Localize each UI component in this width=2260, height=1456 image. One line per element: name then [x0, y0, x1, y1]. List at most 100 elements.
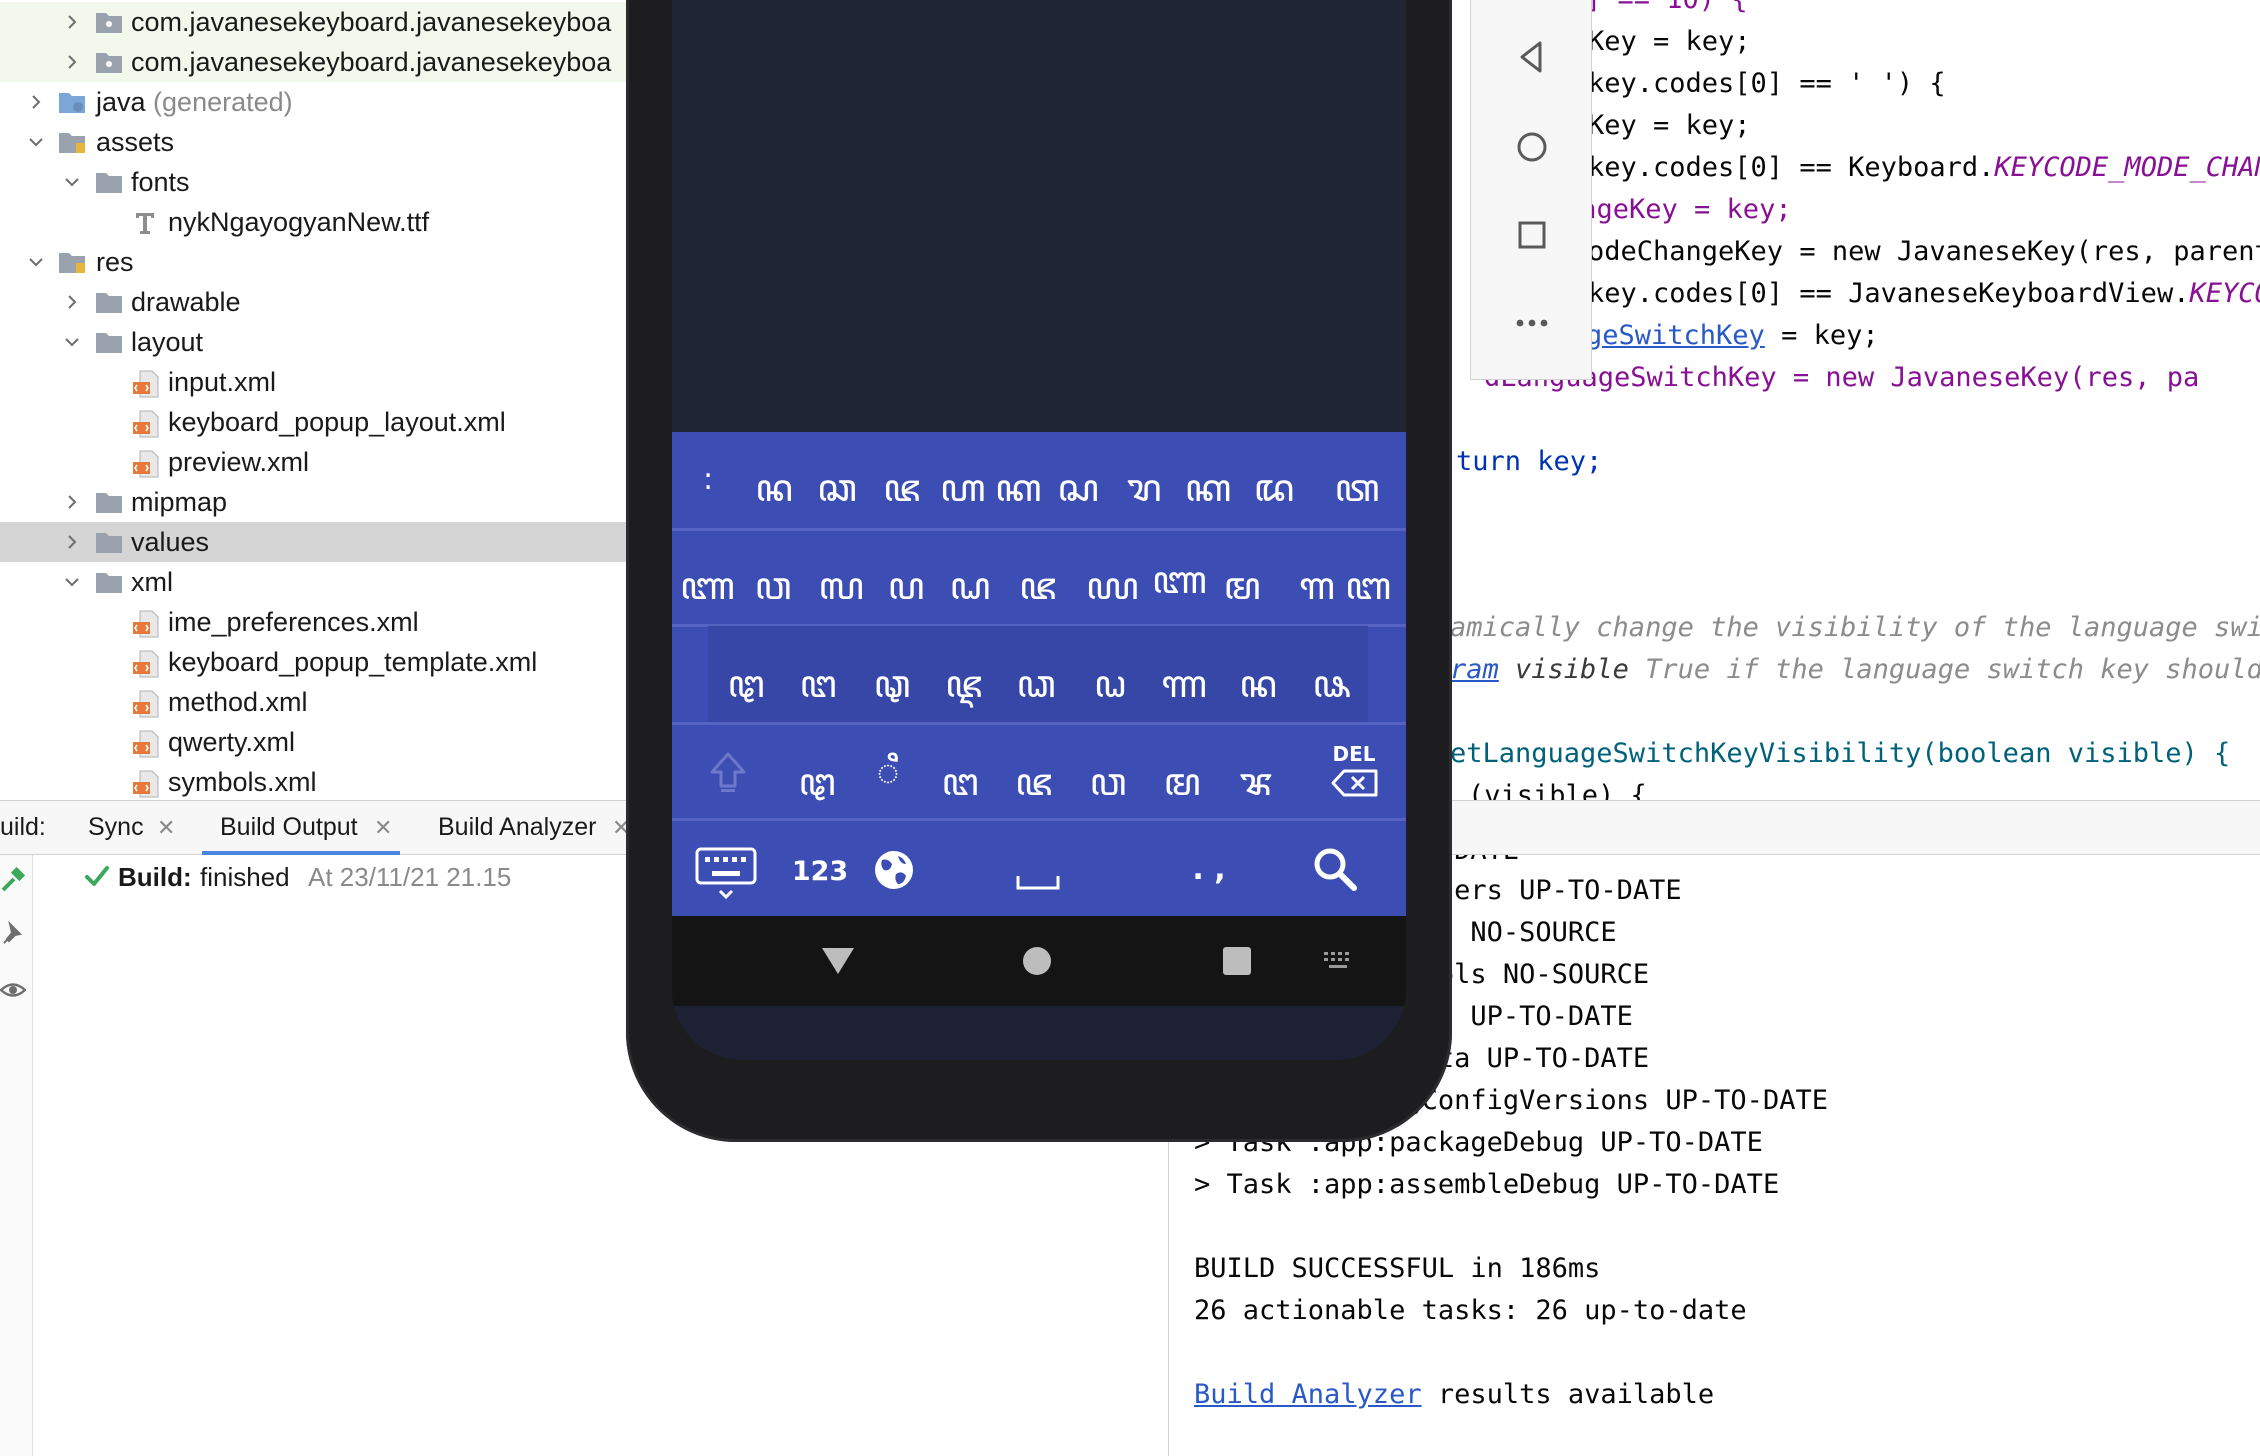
tree-item-method-xml[interactable]: method.xml: [0, 682, 628, 722]
keyboard-key[interactable]: ꦱ: [1050, 458, 1106, 536]
nav-home-icon[interactable]: [1022, 946, 1052, 976]
app-content-area[interactable]: [672, 0, 1406, 432]
tab-build-output[interactable]: Build Output: [220, 813, 358, 842]
keyboard-key[interactable]: ꦏ: [1180, 458, 1236, 536]
pin-icon[interactable]: [0, 920, 26, 947]
keyboard-key[interactable]: ꦩ: [1156, 752, 1208, 830]
tree-item-fonts[interactable]: fonts: [0, 162, 628, 202]
keyboard-key[interactable]: ꦮ: [1080, 752, 1136, 830]
folder-icon: [95, 530, 123, 554]
chevron-down-icon[interactable]: [26, 122, 46, 162]
nav-recents-icon[interactable]: [1222, 946, 1252, 976]
tree-item-assets[interactable]: assets: [0, 122, 628, 162]
keyboard-key[interactable]: ꦢ: [1244, 458, 1304, 536]
keyboard-key[interactable]: ꦗ: [1008, 752, 1060, 830]
search-icon[interactable]: [1312, 846, 1358, 892]
eye-icon[interactable]: [0, 977, 27, 1003]
tree-item-ime-preferences[interactable]: ime_preferences.xml: [0, 602, 628, 642]
overview-icon[interactable]: [1512, 215, 1552, 255]
code-comment-link[interactable]: ram: [1450, 654, 1499, 685]
chevron-right-icon[interactable]: [62, 522, 82, 562]
close-icon[interactable]: ✕: [374, 815, 392, 841]
back-icon[interactable]: [1512, 37, 1552, 77]
nav-back-icon[interactable]: [820, 944, 856, 976]
chevron-down-icon[interactable]: [62, 162, 82, 202]
chevron-right-icon[interactable]: [26, 82, 46, 122]
keyboard-key[interactable]: ꦗ: [872, 458, 932, 536]
keyboard-key[interactable]: ꦨ: [1230, 752, 1282, 830]
keyboard-key[interactable]: ꦔ: [934, 752, 986, 830]
keyboard-key[interactable]: ꦩ: [1212, 556, 1272, 634]
tree-item-values[interactable]: values: [0, 522, 628, 562]
keyboard-key[interactable]: ꦤ: [1230, 654, 1286, 732]
keyboard-key[interactable]: ꦠ: [1332, 458, 1382, 536]
numbers-key[interactable]: 123: [790, 856, 850, 887]
tree-item-mipmap[interactable]: mipmap: [0, 482, 628, 522]
shift-icon[interactable]: [708, 750, 748, 794]
keyboard-key[interactable]: ꦪ: [1086, 556, 1139, 634]
close-icon[interactable]: ✕: [157, 815, 175, 841]
keyboard-key[interactable]: ꦞ: [1082, 654, 1138, 732]
keyboard-key[interactable]: ꦡ: [866, 654, 918, 732]
keyboard-key[interactable]: ꦤ: [746, 458, 802, 536]
keyboard-key[interactable]: ꦭ: [812, 556, 870, 634]
chevron-down-icon[interactable]: [26, 242, 46, 282]
chevron-right-icon[interactable]: [62, 282, 82, 322]
tree-item-font-file[interactable]: nykNgayogyanNew.ttf: [0, 202, 628, 242]
keyboard-key[interactable]: ꦏ: [995, 458, 1041, 536]
tree-item-keyboard-popup-layout[interactable]: keyboard_popup_layout.xml: [0, 402, 628, 442]
key-colon[interactable]: :: [690, 462, 726, 497]
tree-item-xml[interactable]: xml: [0, 562, 628, 602]
tree-item-qwerty-xml[interactable]: qwerty.xml: [0, 722, 628, 762]
hammer-icon[interactable]: [0, 866, 26, 893]
delete-key[interactable]: DEL: [1324, 742, 1384, 802]
keyboard-key[interactable]: ꦕ: [809, 458, 865, 536]
globe-icon[interactable]: [872, 848, 916, 892]
tree-item-label: xml: [131, 567, 173, 597]
tab-sync[interactable]: Sync: [88, 813, 144, 842]
tab-build-analyzer[interactable]: Build Analyzer: [438, 813, 596, 842]
keyboard-key[interactable]: ꦛ: [720, 654, 772, 732]
tree-item-symbols-xml[interactable]: symbols.xml: [0, 762, 628, 800]
tree-item-package-2[interactable]: com.javanesekeyboard.javanesekeyboa: [0, 42, 628, 82]
keyboard-hide-icon[interactable]: [694, 846, 758, 904]
keyboard-key[interactable]: ꦣ: [1010, 654, 1062, 732]
tree-item-layout[interactable]: layout: [0, 322, 628, 362]
punctuation-key[interactable]: . ,: [1184, 852, 1234, 887]
keyboard-key[interactable]: ꦔ: [792, 654, 844, 732]
build-analyzer-link[interactable]: Build Analyzer: [1194, 1379, 1422, 1410]
home-icon[interactable]: [1512, 127, 1552, 167]
keyboard-key[interactable]: ꦒ: [1292, 556, 1342, 634]
code-line: geSwitchKey = key;: [1586, 320, 1879, 351]
code-link[interactable]: geSwitchKey: [1586, 320, 1765, 351]
space-key[interactable]: [1016, 872, 1060, 892]
keyboard-key[interactable]: ꦧ: [1344, 556, 1392, 634]
chevron-down-icon[interactable]: [62, 562, 82, 602]
tree-item-keyboard-popup-template[interactable]: keyboard_popup_template.xml: [0, 642, 628, 682]
keyboard-key[interactable]: ꦦ: [1304, 654, 1360, 732]
tree-item-res[interactable]: res: [0, 242, 628, 282]
keyboard-key[interactable]: ꦶ: [868, 742, 908, 820]
tree-item-drawable[interactable]: drawable: [0, 282, 628, 322]
tree-item-input-xml[interactable]: input.xml: [0, 362, 628, 402]
chevron-right-icon[interactable]: [62, 482, 82, 522]
keyboard-key[interactable]: ꦫ: [1116, 458, 1172, 536]
more-icon[interactable]: [1512, 303, 1552, 343]
tree-item-java-generated[interactable]: java (generated): [0, 82, 628, 122]
keyboard-key[interactable]: ꦥ: [882, 556, 930, 634]
keyboard-key[interactable]: ꦘ: [940, 654, 988, 732]
chevron-down-icon[interactable]: [62, 322, 82, 362]
keyboard-key[interactable]: ꦗ: [1010, 556, 1066, 634]
keyboard-key[interactable]: ꦲ: [940, 458, 985, 536]
keyboard-key[interactable]: ꦚ: [1152, 550, 1207, 628]
tree-item-package-1[interactable]: com.javanesekeyboard.javanesekeyboa: [0, 2, 628, 42]
keyboard-key[interactable]: ꦝ: [942, 556, 998, 634]
chevron-right-icon[interactable]: [62, 2, 82, 42]
keyboard-key[interactable]: ꦟ: [1158, 654, 1210, 732]
chevron-right-icon[interactable]: [62, 42, 82, 82]
keyboard-key[interactable]: ꦛ: [786, 752, 848, 830]
keyboard-key[interactable]: ꦮ: [750, 556, 796, 634]
keyboard-key[interactable]: ꦚ: [680, 556, 735, 634]
nav-keyboard-icon[interactable]: [1322, 950, 1354, 972]
tree-item-preview-xml[interactable]: preview.xml: [0, 442, 628, 482]
